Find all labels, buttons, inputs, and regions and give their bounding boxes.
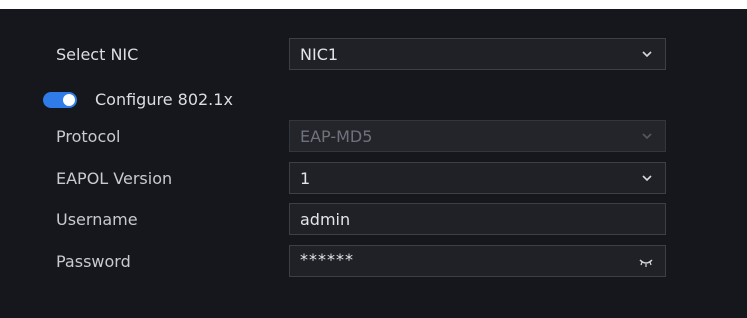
window-title-bar	[0, 0, 747, 9]
password-label: Password	[56, 252, 131, 271]
eye-closed-icon[interactable]	[639, 256, 653, 268]
select-nic-dropdown[interactable]: NIC1	[289, 38, 666, 70]
select-nic-label: Select NIC	[56, 45, 139, 64]
eapol-version-value: 1	[300, 169, 311, 188]
password-value: ******	[300, 250, 354, 269]
select-nic-value: NIC1	[300, 45, 339, 64]
protocol-dropdown: EAP-MD5	[289, 120, 666, 152]
username-label: Username	[56, 210, 138, 229]
toggle-knob	[63, 94, 75, 106]
chevron-down-icon	[642, 175, 652, 182]
configure-8021x-label: Configure 802.1x	[95, 90, 233, 109]
password-input[interactable]: ******	[289, 245, 666, 277]
chevron-down-icon	[642, 133, 652, 140]
network-8021x-settings-panel: Select NIC NIC1 Configure 802.1x Protoco…	[0, 9, 747, 318]
protocol-value: EAP-MD5	[300, 127, 373, 146]
protocol-label: Protocol	[56, 127, 121, 146]
username-input[interactable]: admin	[289, 203, 666, 235]
username-value: admin	[300, 210, 351, 229]
chevron-down-icon	[642, 51, 652, 58]
eapol-version-dropdown[interactable]: 1	[289, 162, 666, 194]
configure-8021x-toggle[interactable]	[43, 92, 77, 108]
eapol-version-label: EAPOL Version	[56, 169, 173, 188]
